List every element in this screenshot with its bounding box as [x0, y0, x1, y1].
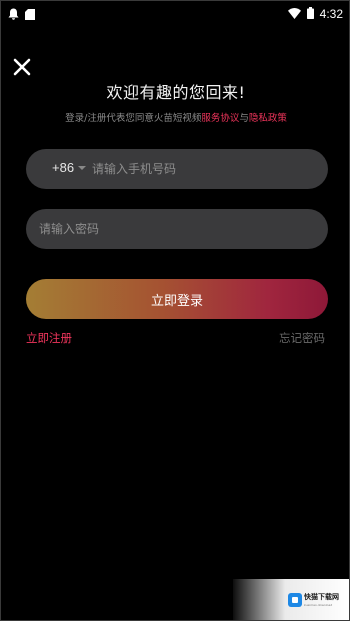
forgot-password-link[interactable]: 忘记密码	[279, 330, 325, 346]
status-bar: 4:32	[1, 1, 349, 24]
status-bar-left	[8, 5, 35, 24]
register-link[interactable]: 立即注册	[26, 330, 72, 346]
battery-icon	[306, 4, 314, 23]
login-screen: 4:32 欢迎有趣的您回来! 登录/注册代表您同意火苗短视频服务协议与隐私政策 …	[0, 0, 350, 621]
agreement-connector: 与	[239, 113, 249, 124]
login-button[interactable]: 立即登录	[26, 279, 328, 319]
login-button-label: 立即登录	[150, 293, 203, 309]
privacy-policy-link[interactable]: 隐私政策	[249, 113, 287, 124]
page-title: 欢迎有趣的您回来!	[106, 83, 246, 102]
status-time: 4:32	[319, 6, 343, 21]
password-input[interactable]	[39, 209, 319, 249]
phone-input[interactable]	[92, 149, 317, 189]
status-bar-right: 4:32	[287, 4, 343, 23]
phone-field: +86	[26, 149, 328, 189]
agreement-text: 登录/注册代表您同意火苗短视频服务协议与隐私政策	[1, 110, 349, 124]
sd-card-icon	[25, 5, 35, 24]
watermark-text: 快猫下载网	[304, 593, 339, 601]
wifi-icon	[287, 4, 301, 23]
watermark-logo-icon	[288, 593, 302, 607]
agreement-prefix: 登录/注册代表您同意火苗短视频	[65, 113, 202, 124]
country-code-selector[interactable]: +86	[52, 160, 74, 175]
notification-bell-icon	[8, 5, 19, 24]
close-icon	[13, 58, 31, 80]
password-field	[26, 209, 328, 249]
terms-of-service-link[interactable]: 服务协议	[201, 113, 239, 124]
watermark-subtext: kuaimao.download	[304, 603, 333, 607]
watermark: 快猫下载网 kuaimao.download	[233, 579, 349, 620]
chevron-down-icon[interactable]	[78, 166, 86, 170]
